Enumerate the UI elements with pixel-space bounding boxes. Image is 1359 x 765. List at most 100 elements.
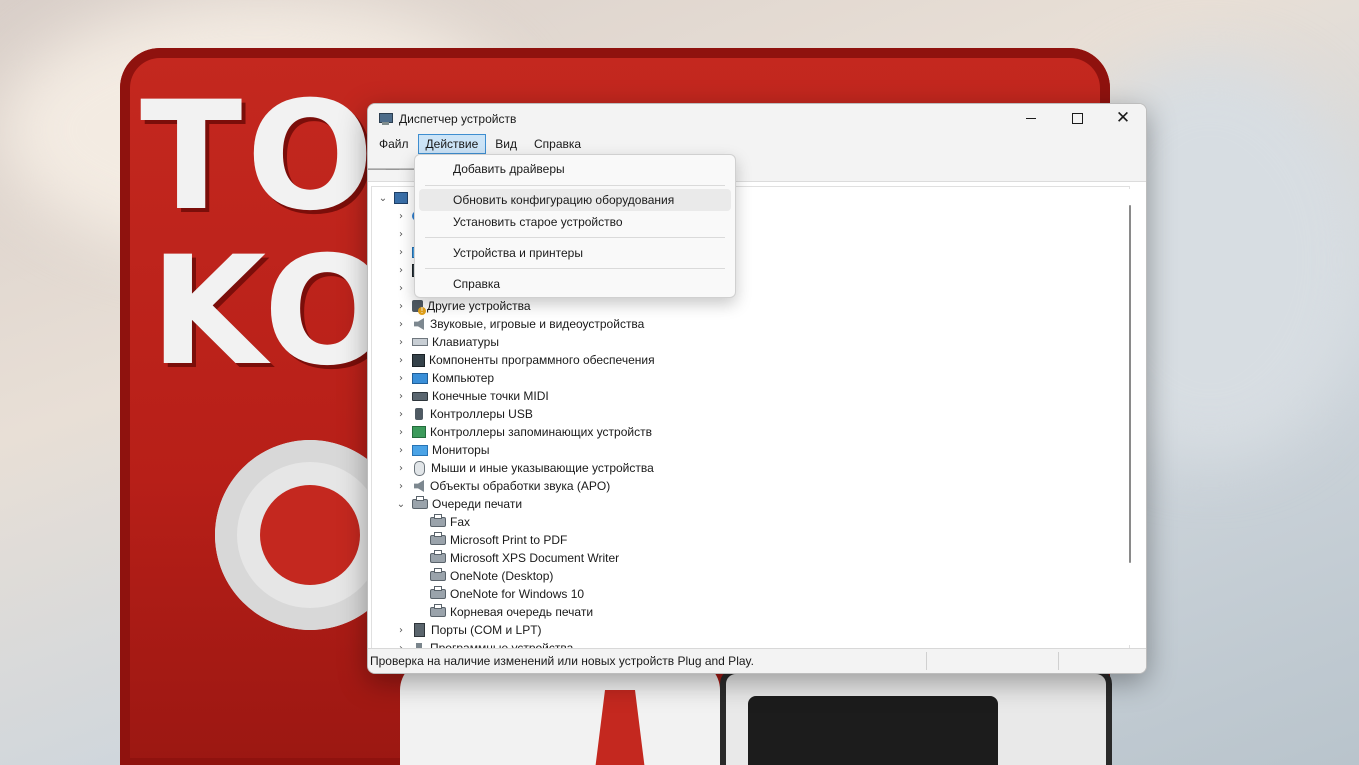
close-button[interactable]: ✕ — [1100, 104, 1146, 133]
tree-item-label: OneNote (Desktop) — [450, 569, 554, 583]
expand-icon[interactable]: › — [394, 301, 408, 312]
collapse-icon[interactable]: ⌄ — [394, 499, 408, 510]
expand-icon[interactable]: › — [394, 445, 408, 456]
tree-item-print-queues[interactable]: ⌄ Очереди печати — [394, 495, 522, 513]
unknown-device-icon — [412, 300, 426, 315]
tree-item-printer[interactable]: Microsoft XPS Document Writer — [426, 549, 619, 567]
tree-item-printer[interactable]: Корневая очередь печати — [426, 603, 593, 621]
tree-item-mice[interactable]: › Мыши и иные указывающие устройства — [394, 459, 654, 477]
status-divider — [1058, 652, 1059, 670]
tree-item-label: Корневая очередь печати — [450, 605, 594, 619]
tree-item-storage[interactable]: › Контроллеры запоминающих устройств — [394, 423, 652, 441]
forward-button[interactable]: 🡒 — [384, 158, 424, 178]
tree-item-label: Компоненты программного обеспечения — [429, 353, 655, 367]
menu-item-label: Обновить конфигурацию оборудования — [453, 193, 675, 207]
tree-item-other-devices[interactable]: › Другие устройства — [394, 297, 531, 315]
tree-item-sound[interactable]: › Звуковые, игровые и видеоустройства — [394, 315, 644, 333]
vertical-scrollbar[interactable] — [1125, 189, 1135, 645]
printer-icon — [430, 586, 446, 599]
tree-item-printer[interactable]: OneNote for Windows 10 — [426, 585, 584, 603]
expand-icon[interactable]: › — [394, 463, 408, 474]
expand-icon[interactable]: › — [394, 211, 408, 222]
menu-view[interactable]: Вид — [487, 134, 525, 154]
menu-help[interactable]: Справка — [526, 134, 589, 154]
collapse-icon[interactable]: ⌄ — [376, 193, 390, 204]
menu-item-add-legacy[interactable]: Установить старое устройство — [419, 211, 731, 233]
menu-item-help[interactable]: Справка — [419, 273, 731, 295]
tree-item-label: Компьютер — [432, 371, 495, 385]
tree-item-midi[interactable]: › Конечные точки MIDI — [394, 387, 549, 405]
speaker-icon — [414, 480, 424, 492]
tree-item-keyboards[interactable]: › Клавиатуры — [394, 333, 499, 351]
tree-item-printer[interactable]: Microsoft Print to PDF — [426, 531, 567, 549]
printer-icon — [412, 496, 428, 509]
device-manager-icon — [378, 112, 393, 126]
minimize-button[interactable] — [1008, 104, 1054, 133]
printer-icon — [430, 514, 446, 527]
menu-item-scan-hardware[interactable]: Обновить конфигурацию оборудования — [419, 189, 731, 211]
tree-item-printer[interactable]: Fax — [426, 513, 470, 531]
window-controls: ✕ — [1008, 104, 1146, 133]
tree-item-label: Контроллеры USB — [430, 407, 533, 421]
status-divider — [926, 652, 927, 670]
tree-item-ports[interactable]: › Порты (COM и LPT) — [394, 621, 542, 639]
menu-item-add-drivers[interactable]: Добавить драйверы — [419, 158, 731, 180]
menu-item-label: Справка — [453, 277, 501, 291]
tree-item-label: Мониторы — [432, 443, 490, 457]
expand-icon[interactable]: › — [394, 625, 408, 636]
port-icon — [414, 623, 425, 637]
title-bar[interactable]: Диспетчер устройств ✕ — [368, 104, 1146, 133]
tree-item-label: Другие устройства — [427, 299, 531, 313]
menu-item-label: Установить старое устройство — [453, 215, 623, 229]
menu-separator — [425, 268, 725, 269]
tree-item-software-components[interactable]: › Компоненты программного обеспечения — [394, 351, 655, 369]
status-bar: Проверка на наличие изменений или новых … — [368, 648, 1146, 673]
printer-icon — [430, 604, 446, 617]
expand-icon[interactable]: › — [394, 481, 408, 492]
tree-item-label: Fax — [450, 515, 471, 529]
expand-icon[interactable]: › — [394, 283, 408, 294]
menu-file[interactable]: Файл — [371, 134, 417, 154]
expand-icon[interactable]: › — [394, 373, 408, 384]
tree-item-label: Объекты обработки звука (APO) — [430, 479, 611, 493]
background-person — [400, 660, 720, 765]
tree-item-label: Порты (COM и LPT) — [431, 623, 542, 637]
background-monitor-icon — [720, 668, 1112, 765]
tree-item-label: Конечные точки MIDI — [432, 389, 549, 403]
maximize-button[interactable] — [1054, 104, 1100, 133]
background-letters: KO — [150, 225, 396, 399]
printer-icon — [430, 550, 446, 563]
expand-icon[interactable]: › — [394, 319, 408, 330]
keyboard-icon — [412, 338, 428, 346]
midi-icon — [412, 391, 428, 401]
menu-bar: Файл Действие Вид Справка — [368, 133, 1146, 155]
action-menu: Добавить драйверы Обновить конфигурацию … — [414, 154, 736, 298]
computer-icon — [394, 192, 408, 204]
tree-item-monitors[interactable]: › Мониторы — [394, 441, 489, 459]
scrollbar-thumb[interactable] — [1129, 205, 1131, 563]
expand-icon[interactable]: › — [394, 409, 408, 420]
storage-controller-icon — [412, 426, 426, 438]
menu-item-label: Устройства и принтеры — [453, 246, 583, 260]
expand-icon[interactable]: › — [394, 229, 408, 240]
tree-item-printer[interactable]: OneNote (Desktop) — [426, 567, 553, 585]
tree-item-apo[interactable]: › Объекты обработки звука (APO) — [394, 477, 610, 495]
expand-icon[interactable]: › — [394, 391, 408, 402]
menu-item-devices-printers[interactable]: Устройства и принтеры — [419, 242, 731, 264]
menu-action[interactable]: Действие — [417, 134, 487, 154]
expand-icon[interactable]: › — [394, 427, 408, 438]
menu-separator — [425, 237, 725, 238]
window-title: Диспетчер устройств — [399, 111, 517, 126]
menu-separator — [425, 185, 725, 186]
computer-icon — [412, 372, 428, 384]
background-letters: TO — [140, 70, 378, 244]
software-component-icon — [412, 353, 425, 367]
tree-root[interactable]: ⌄ — [376, 189, 412, 207]
expand-icon[interactable]: › — [394, 265, 408, 276]
expand-icon[interactable]: › — [394, 355, 408, 366]
printer-icon — [430, 532, 446, 545]
expand-icon[interactable]: › — [394, 247, 408, 258]
tree-item-computer[interactable]: › Компьютер — [394, 369, 494, 387]
tree-item-usb[interactable]: › Контроллеры USB — [394, 405, 533, 423]
expand-icon[interactable]: › — [394, 337, 408, 348]
